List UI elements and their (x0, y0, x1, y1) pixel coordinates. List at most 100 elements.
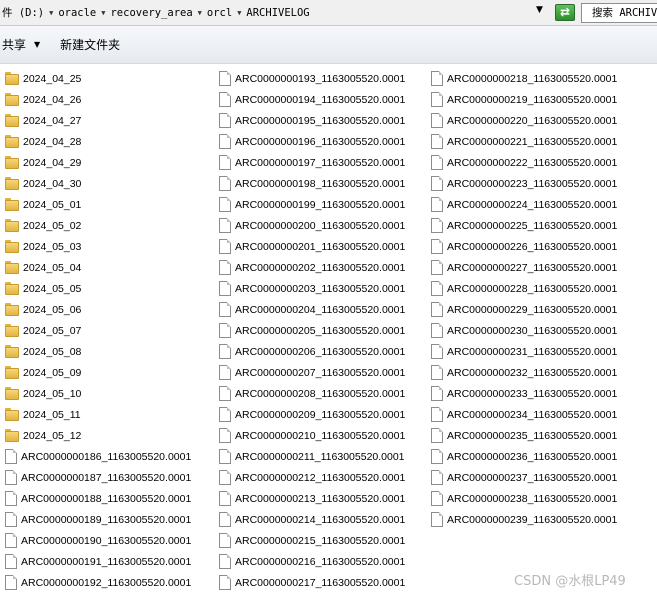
file-item[interactable]: ARC0000000203_1163005520.0001 (219, 278, 405, 299)
file-item[interactable]: ARC0000000187_1163005520.0001 (5, 467, 191, 488)
folder-item[interactable]: 2024_05_06 (5, 299, 191, 320)
file-item[interactable]: ARC0000000232_1163005520.0001 (431, 362, 617, 383)
folder-item[interactable]: 2024_05_03 (5, 236, 191, 257)
folder-item[interactable]: 2024_05_07 (5, 320, 191, 341)
chevron-down-icon[interactable]: ▼ (98, 9, 108, 17)
file-item[interactable]: ARC0000000196_1163005520.0001 (219, 131, 405, 152)
folder-item[interactable]: 2024_05_11 (5, 404, 191, 425)
folder-icon (5, 93, 19, 106)
search-input[interactable]: 搜索 ARCHIVELOG (581, 3, 657, 23)
file-icon (431, 365, 443, 380)
refresh-button[interactable]: ⇄ (555, 4, 575, 21)
file-item[interactable]: ARC0000000236_1163005520.0001 (431, 446, 617, 467)
file-item[interactable]: ARC0000000199_1163005520.0001 (219, 194, 405, 215)
folder-item[interactable]: 2024_05_02 (5, 215, 191, 236)
file-item[interactable]: ARC0000000206_1163005520.0001 (219, 341, 405, 362)
file-item[interactable]: ARC0000000219_1163005520.0001 (431, 89, 617, 110)
folder-item[interactable]: 2024_05_09 (5, 362, 191, 383)
breadcrumb-item-orcl[interactable]: orcl (205, 7, 234, 19)
folder-item[interactable]: 2024_04_25 (5, 68, 191, 89)
file-item[interactable]: ARC0000000217_1163005520.0001 (219, 572, 405, 593)
file-icon (5, 449, 17, 464)
file-item[interactable]: ARC0000000198_1163005520.0001 (219, 173, 405, 194)
search-placeholder: 搜索 ARCHIVELOG (592, 7, 657, 19)
file-item[interactable]: ARC0000000212_1163005520.0001 (219, 467, 405, 488)
file-item[interactable]: ARC0000000216_1163005520.0001 (219, 551, 405, 572)
file-item[interactable]: ARC0000000230_1163005520.0001 (431, 320, 617, 341)
file-item[interactable]: ARC0000000201_1163005520.0001 (219, 236, 405, 257)
file-item[interactable]: ARC0000000239_1163005520.0001 (431, 509, 617, 530)
chevron-down-icon[interactable]: ▼ (234, 9, 244, 17)
folder-item[interactable]: 2024_05_05 (5, 278, 191, 299)
file-item[interactable]: ARC0000000228_1163005520.0001 (431, 278, 617, 299)
file-item[interactable]: ARC0000000188_1163005520.0001 (5, 488, 191, 509)
file-item[interactable]: ARC0000000191_1163005520.0001 (5, 551, 191, 572)
folder-item[interactable]: 2024_05_01 (5, 194, 191, 215)
file-item[interactable]: ARC0000000194_1163005520.0001 (219, 89, 405, 110)
breadcrumb-item-drive[interactable]: 件 (D:) (0, 5, 46, 20)
chevron-down-icon[interactable]: ▼ (195, 9, 205, 17)
file-name: ARC0000000235_1163005520.0001 (447, 429, 618, 442)
file-item[interactable]: ARC0000000193_1163005520.0001 (219, 68, 405, 89)
file-item[interactable]: ARC0000000233_1163005520.0001 (431, 383, 617, 404)
breadcrumb-item-archivelog[interactable]: ARCHIVELOG (244, 7, 311, 19)
file-item[interactable]: ARC0000000211_1163005520.0001 (219, 446, 405, 467)
file-item[interactable]: ARC0000000222_1163005520.0001 (431, 152, 617, 173)
file-item[interactable]: ARC0000000237_1163005520.0001 (431, 467, 617, 488)
file-item[interactable]: ARC0000000202_1163005520.0001 (219, 257, 405, 278)
file-item[interactable]: ARC0000000218_1163005520.0001 (431, 68, 617, 89)
file-name: ARC0000000211_1163005520.0001 (235, 450, 405, 463)
file-item[interactable]: ARC0000000192_1163005520.0001 (5, 572, 191, 593)
file-icon (219, 176, 231, 191)
address-history-dropdown-icon[interactable]: ▼ (536, 5, 543, 15)
file-item[interactable]: ARC0000000226_1163005520.0001 (431, 236, 617, 257)
file-item[interactable]: ARC0000000189_1163005520.0001 (5, 509, 191, 530)
file-item[interactable]: ARC0000000225_1163005520.0001 (431, 215, 617, 236)
file-item[interactable]: ARC0000000207_1163005520.0001 (219, 362, 405, 383)
file-item[interactable]: ARC0000000229_1163005520.0001 (431, 299, 617, 320)
file-item[interactable]: ARC0000000224_1163005520.0001 (431, 194, 617, 215)
file-item[interactable]: ARC0000000227_1163005520.0001 (431, 257, 617, 278)
folder-item[interactable]: 2024_04_30 (5, 173, 191, 194)
file-name: ARC0000000198_1163005520.0001 (235, 177, 406, 190)
file-item[interactable]: ARC0000000186_1163005520.0001 (5, 446, 191, 467)
file-icon (431, 512, 443, 527)
file-item[interactable]: ARC0000000214_1163005520.0001 (219, 509, 405, 530)
folder-item[interactable]: 2024_04_29 (5, 152, 191, 173)
file-item[interactable]: ARC0000000190_1163005520.0001 (5, 530, 191, 551)
file-item[interactable]: ARC0000000235_1163005520.0001 (431, 425, 617, 446)
folder-item[interactable]: 2024_04_28 (5, 131, 191, 152)
file-item[interactable]: ARC0000000197_1163005520.0001 (219, 152, 405, 173)
file-item[interactable]: ARC0000000205_1163005520.0001 (219, 320, 405, 341)
file-name: ARC0000000215_1163005520.0001 (235, 534, 406, 547)
folder-item[interactable]: 2024_05_12 (5, 425, 191, 446)
new-folder-button[interactable]: 新建文件夹 (60, 33, 120, 57)
breadcrumb-item-recovery-area[interactable]: recovery_area (108, 7, 194, 19)
file-item[interactable]: ARC0000000210_1163005520.0001 (219, 425, 405, 446)
folder-item[interactable]: 2024_05_04 (5, 257, 191, 278)
file-item[interactable]: ARC0000000238_1163005520.0001 (431, 488, 617, 509)
file-item[interactable]: ARC0000000223_1163005520.0001 (431, 173, 617, 194)
folder-item[interactable]: 2024_05_08 (5, 341, 191, 362)
file-item[interactable]: ARC0000000213_1163005520.0001 (219, 488, 405, 509)
breadcrumb-item-oracle[interactable]: oracle (56, 7, 98, 19)
file-item[interactable]: ARC0000000195_1163005520.0001 (219, 110, 405, 131)
file-item[interactable]: ARC0000000209_1163005520.0001 (219, 404, 405, 425)
file-item[interactable]: ARC0000000215_1163005520.0001 (219, 530, 405, 551)
share-button[interactable]: 共享 ▼ (2, 33, 40, 57)
chevron-down-icon[interactable]: ▼ (46, 9, 56, 17)
file-item[interactable]: ARC0000000208_1163005520.0001 (219, 383, 405, 404)
file-item[interactable]: ARC0000000221_1163005520.0001 (431, 131, 617, 152)
file-icon (5, 512, 17, 527)
folder-item[interactable]: 2024_04_27 (5, 110, 191, 131)
folder-icon (5, 177, 19, 190)
file-item[interactable]: ARC0000000231_1163005520.0001 (431, 341, 617, 362)
file-icon (219, 239, 231, 254)
folder-item[interactable]: 2024_04_26 (5, 89, 191, 110)
folder-item[interactable]: 2024_05_10 (5, 383, 191, 404)
file-item[interactable]: ARC0000000200_1163005520.0001 (219, 215, 405, 236)
file-name: ARC0000000213_1163005520.0001 (235, 492, 406, 505)
file-item[interactable]: ARC0000000220_1163005520.0001 (431, 110, 617, 131)
file-item[interactable]: ARC0000000204_1163005520.0001 (219, 299, 405, 320)
file-item[interactable]: ARC0000000234_1163005520.0001 (431, 404, 617, 425)
